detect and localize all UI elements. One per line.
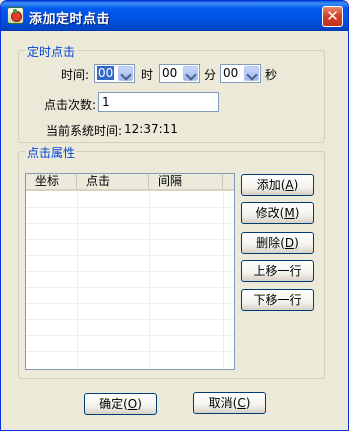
system-time-label: 当前系统时间:: [46, 124, 123, 138]
chevron-down-icon[interactable]: [183, 66, 198, 81]
time-label: 时间:: [61, 68, 90, 82]
click-count-label: 点击次数:: [44, 98, 97, 112]
minute-unit-label: 分: [204, 68, 217, 82]
move-up-button[interactable]: 上移一行: [241, 260, 314, 282]
ok-mnemonic: O: [127, 397, 138, 411]
column-divider: [149, 191, 150, 369]
column-divider: [77, 191, 78, 369]
column-header-interval[interactable]: 间隔: [149, 174, 223, 189]
click-list[interactable]: 坐标 点击 间隔: [25, 173, 235, 370]
hour-select[interactable]: 00: [94, 64, 135, 83]
cancel-button[interactable]: 取消(C): [193, 392, 266, 414]
column-header-coord[interactable]: 坐标: [26, 174, 77, 189]
add-button-label: 添加: [256, 178, 281, 192]
grid-line: [26, 271, 234, 272]
minute-value: 00: [162, 66, 178, 80]
second-unit-label: 秒: [265, 68, 278, 82]
close-button[interactable]: ✕: [322, 6, 343, 27]
chevron-down-icon[interactable]: [244, 66, 259, 81]
delete-mnemonic: D: [284, 236, 295, 250]
cancel-button-label: 取消: [208, 396, 233, 410]
grid-line: [26, 319, 234, 320]
grid-line: [26, 255, 234, 256]
edit-mnemonic: M: [284, 206, 295, 220]
hour-value: 00: [97, 66, 115, 80]
move-down-button[interactable]: 下移一行: [241, 289, 314, 311]
grid-line: [26, 303, 234, 304]
hour-unit-label: 时: [141, 68, 154, 82]
grid-line: [26, 351, 234, 352]
system-time-value: 12:37:11: [124, 122, 178, 136]
grid-line: [26, 239, 234, 240]
grid-line: [26, 207, 234, 208]
delete-button[interactable]: 删除(D): [241, 232, 314, 254]
ok-button-label: 确定: [99, 397, 124, 411]
list-header: 坐标 点击 间隔: [26, 174, 234, 191]
click-count-input[interactable]: 1: [98, 92, 219, 112]
title-bar[interactable]: 添加定时点击 ✕: [1, 1, 348, 31]
dialog-window: 添加定时点击 ✕ 定时点击 时间: 00 时 00 分 00 秒 点击次数: 1…: [0, 0, 349, 431]
attr-group-title: 点击属性: [25, 144, 78, 161]
timer-group-title: 定时点击: [25, 43, 78, 60]
column-divider: [223, 191, 224, 369]
grid-line: [26, 223, 234, 224]
ok-button[interactable]: 确定(O): [84, 393, 157, 415]
app-icon: [7, 7, 24, 24]
delete-button-label: 删除: [256, 236, 281, 250]
add-button[interactable]: 添加(A): [241, 174, 314, 196]
grid-line: [26, 287, 234, 288]
edit-button-label: 修改: [255, 206, 280, 220]
minute-select[interactable]: 00: [159, 64, 200, 83]
add-mnemonic: A: [285, 178, 294, 192]
second-select[interactable]: 00: [220, 64, 261, 83]
grid-line: [26, 335, 234, 336]
column-header-click[interactable]: 点击: [77, 174, 149, 189]
second-value: 00: [223, 66, 239, 80]
window-title: 添加定时点击: [29, 12, 111, 27]
edit-button[interactable]: 修改(M): [241, 202, 314, 224]
chevron-down-icon[interactable]: [118, 66, 133, 81]
cancel-mnemonic: C: [237, 396, 246, 410]
